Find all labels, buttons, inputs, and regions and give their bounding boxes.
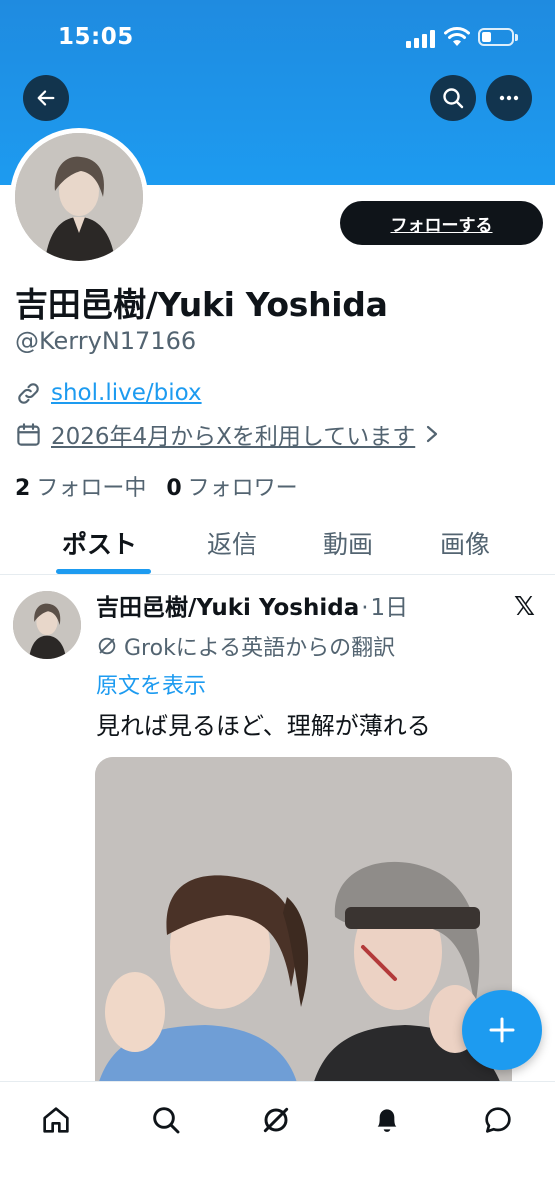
- chevron-right-icon: [427, 425, 438, 443]
- grok-icon: [263, 1107, 289, 1133]
- chat-icon: [485, 1107, 511, 1133]
- profile-handle: @KerryN17166: [15, 327, 197, 355]
- avatar-portrait: [15, 133, 143, 261]
- nav-home[interactable]: [36, 1100, 76, 1140]
- profile-tabs: ポスト 返信 動画 画像: [0, 515, 555, 575]
- follow-stats: 2 フォロー中 0 フォロワー: [15, 470, 318, 502]
- battery-icon: [478, 28, 518, 46]
- post-header: 吉田邑樹/Yuki Yoshida · 1日: [96, 588, 408, 622]
- bottom-navigation: [0, 1081, 555, 1200]
- post-media-image[interactable]: [95, 757, 512, 1097]
- arrow-left-icon: [37, 90, 55, 106]
- profile-avatar[interactable]: [10, 128, 148, 266]
- nav-notifications[interactable]: [367, 1100, 407, 1140]
- calendar-icon: [17, 422, 40, 446]
- translation-note: Grokによる英語からの翻訳: [96, 630, 395, 662]
- followers-label[interactable]: フォロワー: [188, 470, 298, 502]
- bell-icon: [377, 1109, 397, 1132]
- grok-icon: [98, 637, 116, 655]
- tab-posts[interactable]: ポスト: [62, 525, 137, 561]
- x-logo-icon: 𝕏: [514, 592, 535, 622]
- nav-grok[interactable]: [256, 1100, 296, 1140]
- status-bar: 15:05: [0, 22, 555, 54]
- tab-videos[interactable]: 動画: [323, 525, 373, 561]
- back-button[interactable]: [23, 75, 69, 121]
- tab-images[interactable]: 画像: [440, 525, 490, 561]
- post-author-name[interactable]: 吉田邑樹/Yuki Yoshida: [96, 588, 359, 622]
- profile-link-row: shol.live/biox: [15, 377, 202, 409]
- status-time: 15:05: [58, 24, 134, 50]
- joined-date: 2026年4月からXを利用しています: [51, 424, 416, 450]
- profile-name: 吉田邑樹/Yuki Yoshida: [15, 285, 388, 324]
- post-separator: ·: [361, 595, 369, 621]
- joined-row[interactable]: 2026年4月からXを利用しています: [15, 418, 439, 450]
- following-count[interactable]: 2: [15, 476, 30, 501]
- post-photo: [95, 757, 512, 1097]
- nav-search[interactable]: [146, 1100, 186, 1140]
- plus-icon: [489, 1017, 515, 1043]
- followers-count[interactable]: 0: [166, 476, 181, 501]
- search-icon: [443, 88, 464, 109]
- follow-button[interactable]: フォローする: [340, 201, 543, 245]
- post-time: 1日: [370, 595, 409, 621]
- avatar-portrait: [13, 591, 81, 659]
- post-text: 見れば見るほど、理解が薄れる: [96, 712, 431, 740]
- profile-link[interactable]: shol.live/biox: [51, 380, 202, 406]
- search-button[interactable]: [430, 75, 476, 121]
- translation-text: Grokによる英語からの翻訳: [124, 636, 396, 661]
- search-icon: [153, 1107, 180, 1134]
- active-tab-indicator: [56, 569, 151, 574]
- cellular-signal-icon: [406, 30, 436, 48]
- more-icon: [499, 95, 519, 101]
- nav-messages[interactable]: [478, 1100, 518, 1140]
- compose-button[interactable]: [462, 990, 542, 1070]
- more-button[interactable]: [486, 75, 532, 121]
- link-icon: [18, 382, 39, 404]
- show-original-link[interactable]: 原文を表示: [96, 668, 206, 700]
- following-label[interactable]: フォロー中: [36, 470, 146, 502]
- home-icon: [43, 1107, 69, 1133]
- tab-replies[interactable]: 返信: [207, 525, 257, 561]
- wifi-icon: [444, 27, 470, 46]
- post-author-avatar[interactable]: [13, 591, 81, 659]
